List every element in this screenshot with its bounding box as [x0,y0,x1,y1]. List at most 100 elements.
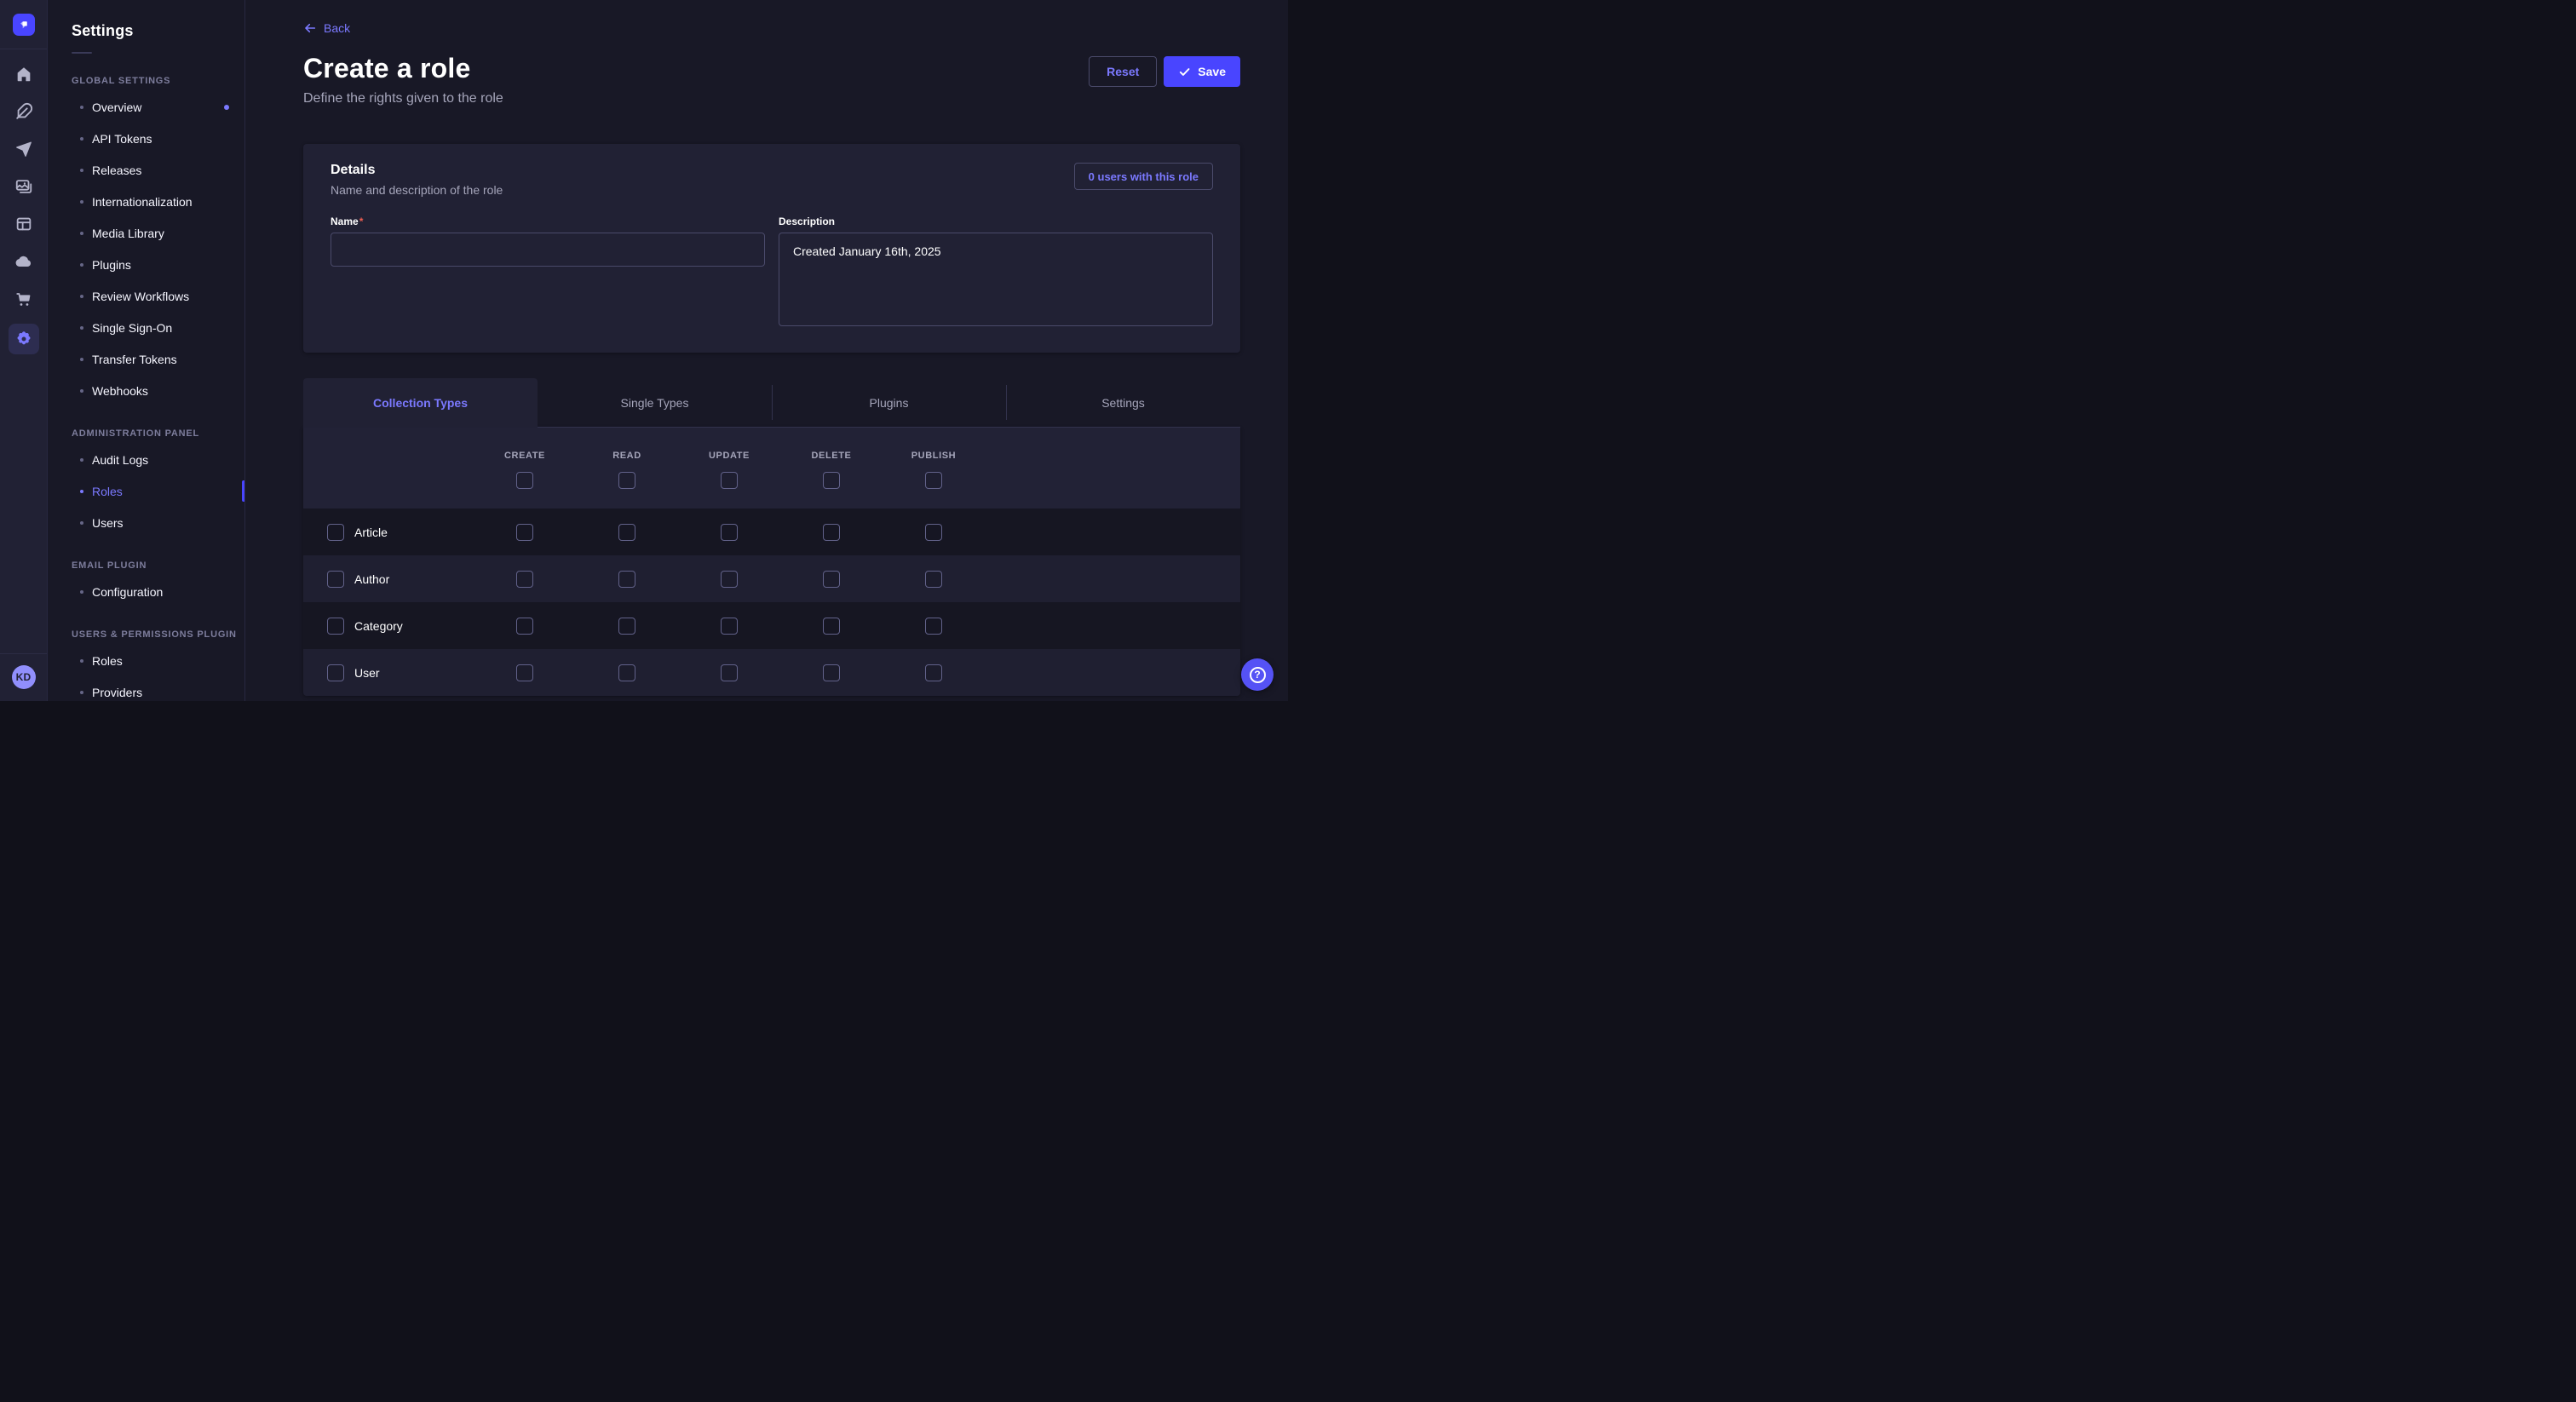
bullet-icon [80,326,83,330]
permission-checkbox[interactable] [823,618,840,635]
row-name-cell: User [303,664,474,681]
sidebar-item-roles[interactable]: Roles [48,645,244,676]
sidebar-item-label: Configuration [92,585,163,599]
sidebar-item-webhooks[interactable]: Webhooks [48,375,244,406]
sidebar-item-label: Users [92,516,124,530]
tab-collection-types[interactable]: Collection Types [303,378,538,428]
details-card-titles: Details Name and description of the role [331,163,503,197]
permission-cell [474,664,576,681]
permission-checkbox[interactable] [925,571,942,588]
column-header-label: DELETE [812,451,852,461]
column-header-delete: DELETE [780,428,883,509]
table-row-author: Author [303,555,1240,602]
permission-checkbox[interactable] [327,571,344,588]
sidebar-item-overview[interactable]: Overview [48,91,244,123]
tab-single-types[interactable]: Single Types [538,378,772,428]
sidebar-item-label: Roles [92,485,123,498]
permission-checkbox[interactable] [721,571,738,588]
main-content: Back Create a role Define the rights giv… [245,0,1288,701]
permission-checkbox[interactable] [618,664,635,681]
permission-checkbox[interactable] [327,664,344,681]
permission-checkbox[interactable] [618,524,635,541]
send-icon[interactable] [9,136,39,162]
permission-cell [678,664,780,681]
avatar[interactable]: KD [12,665,36,689]
sidebar-item-api-tokens[interactable]: API Tokens [48,123,244,154]
permission-checkbox[interactable] [823,664,840,681]
reset-button[interactable]: Reset [1089,56,1157,87]
permission-checkbox[interactable] [721,664,738,681]
sidebar-item-review-workflows[interactable]: Review Workflows [48,280,244,312]
sidebar-item-label: Providers [92,686,142,699]
sidebar-item-configuration[interactable]: Configuration [48,576,244,607]
tab-settings[interactable]: Settings [1006,378,1240,428]
permission-checkbox[interactable] [823,524,840,541]
permission-cell [474,571,576,588]
users-with-role-button[interactable]: 0 users with this role [1074,163,1213,190]
sidebar-item-media-library[interactable]: Media Library [48,217,244,249]
check-icon [1178,66,1191,78]
column-header-update: UPDATE [678,428,780,509]
permission-checkbox[interactable] [925,472,942,489]
permission-checkbox[interactable] [925,664,942,681]
subnav-sections: GLOBAL SETTINGSOverviewAPI TokensRelease… [48,76,244,701]
cloud-icon[interactable] [9,249,39,274]
sidebar-item-releases[interactable]: Releases [48,154,244,186]
sidebar-item-audit-logs[interactable]: Audit Logs [48,444,244,475]
content-manager-icon[interactable] [9,211,39,237]
back-link[interactable]: Back [303,21,350,35]
media-library-icon[interactable] [9,174,39,199]
settings-icon[interactable] [9,324,39,354]
permission-checkbox[interactable] [618,618,635,635]
subnav-section: GLOBAL SETTINGSOverviewAPI TokensRelease… [48,76,244,406]
sidebar-item-users[interactable]: Users [48,507,244,538]
permission-cell [576,618,678,635]
name-input[interactable] [331,233,765,267]
permission-checkbox[interactable] [618,472,635,489]
permission-checkbox[interactable] [516,664,533,681]
sidebar-item-label: Roles [92,654,123,668]
sidebar-item-roles[interactable]: Roles [48,475,244,507]
permission-checkbox[interactable] [721,472,738,489]
content-type-builder-icon[interactable] [9,99,39,124]
permissions-table-header: CREATEREADUPDATEDELETEPUBLISH [303,428,1240,509]
permission-checkbox[interactable] [516,524,533,541]
sidebar-item-providers[interactable]: Providers [48,676,244,701]
home-icon[interactable] [9,61,39,87]
permission-checkbox[interactable] [516,472,533,489]
sidebar-item-transfer-tokens[interactable]: Transfer Tokens [48,343,244,375]
sidebar-item-single-sign-on[interactable]: Single Sign-On [48,312,244,343]
name-label: Name* [331,215,765,227]
help-button[interactable]: ? [1241,658,1274,691]
column-header-label: CREATE [504,451,545,461]
sidebar-item-internationalization[interactable]: Internationalization [48,186,244,217]
permission-checkbox[interactable] [516,571,533,588]
required-marker: * [359,215,364,227]
permission-checkbox[interactable] [327,618,344,635]
details-card: Details Name and description of the role… [303,144,1240,353]
row-name-cell: Category [303,618,474,635]
column-header-label: READ [612,451,641,461]
sidebar-item-label: Internationalization [92,195,193,209]
permission-checkbox[interactable] [327,524,344,541]
permission-checkbox[interactable] [823,472,840,489]
sidebar-item-label: Releases [92,164,141,177]
permission-checkbox[interactable] [721,524,738,541]
strapi-logo-icon[interactable] [13,14,35,36]
sidebar-item-plugins[interactable]: Plugins [48,249,244,280]
tab-plugins[interactable]: Plugins [772,378,1006,428]
permission-cell [576,664,678,681]
marketplace-icon[interactable] [9,286,39,312]
permission-checkbox[interactable] [516,618,533,635]
sidebar-item-label: Media Library [92,227,164,240]
save-button[interactable]: Save [1164,56,1240,87]
table-row-user: User [303,649,1240,696]
page-subtitle: Define the rights given to the role [303,91,1240,106]
permission-checkbox[interactable] [925,524,942,541]
permission-checkbox[interactable] [925,618,942,635]
permission-checkbox[interactable] [823,571,840,588]
permission-checkbox[interactable] [618,571,635,588]
permission-checkbox[interactable] [721,618,738,635]
description-textarea[interactable]: Created January 16th, 2025 [779,233,1213,326]
bullet-icon [80,200,83,204]
